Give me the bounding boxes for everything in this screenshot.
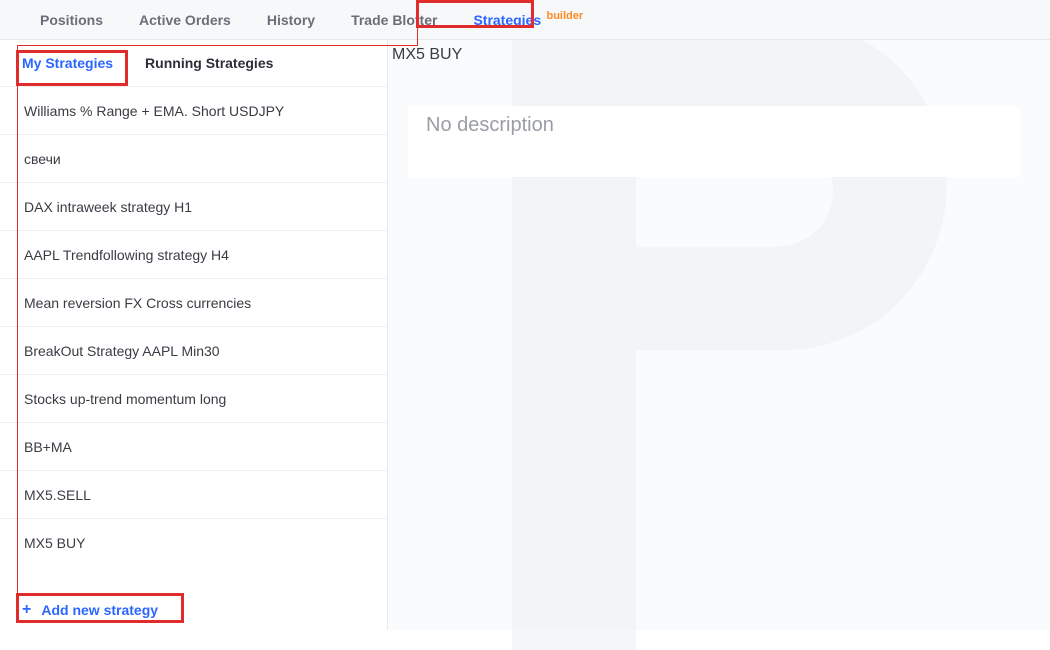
tab-positions[interactable]: Positions: [22, 0, 121, 40]
add-new-strategy-label: Add new strategy: [41, 590, 158, 630]
sub-tab-running-strategies[interactable]: Running Strategies: [129, 40, 289, 86]
strategy-description: No description: [422, 114, 1006, 137]
tab-history[interactable]: History: [249, 0, 333, 40]
strategies-sidebar: My Strategies Running Strategies William…: [0, 40, 388, 630]
list-item[interactable]: Williams % Range + EMA. Short USDJPY: [0, 86, 387, 134]
tab-strategies[interactable]: Strategies builder: [455, 0, 559, 40]
list-item[interactable]: Mean reversion FX Cross currencies: [0, 278, 387, 326]
sub-tab-bar: My Strategies Running Strategies: [0, 40, 387, 86]
strategy-list: Williams % Range + EMA. Short USDJPY све…: [0, 86, 387, 590]
list-item[interactable]: MX5.SELL: [0, 470, 387, 518]
tab-strategies-label: Strategies: [473, 12, 541, 28]
list-item[interactable]: AAPL Trendfollowing strategy H4: [0, 230, 387, 278]
builder-badge: builder: [546, 0, 583, 36]
top-tab-bar: Positions Active Orders History Trade Bl…: [0, 0, 1050, 40]
list-item[interactable]: Stocks up-trend momentum long: [0, 374, 387, 422]
list-item[interactable]: BB+MA: [0, 422, 387, 470]
list-item[interactable]: MX5 BUY: [0, 518, 387, 566]
list-item[interactable]: BreakOut Strategy AAPL Min30: [0, 326, 387, 374]
tab-trade-blotter[interactable]: Trade Blotter: [333, 0, 455, 40]
strategy-description-card: No description: [408, 106, 1020, 177]
list-item[interactable]: свечи: [0, 134, 387, 182]
plus-icon: +: [22, 602, 31, 618]
sub-tab-my-strategies[interactable]: My Strategies: [6, 40, 129, 86]
list-item[interactable]: DAX intraweek strategy H1: [0, 182, 387, 230]
tab-active-orders[interactable]: Active Orders: [121, 0, 249, 40]
add-new-strategy-button[interactable]: + Add new strategy: [0, 590, 387, 630]
strategy-detail-pane: MX5 BUY No description: [388, 40, 1050, 630]
